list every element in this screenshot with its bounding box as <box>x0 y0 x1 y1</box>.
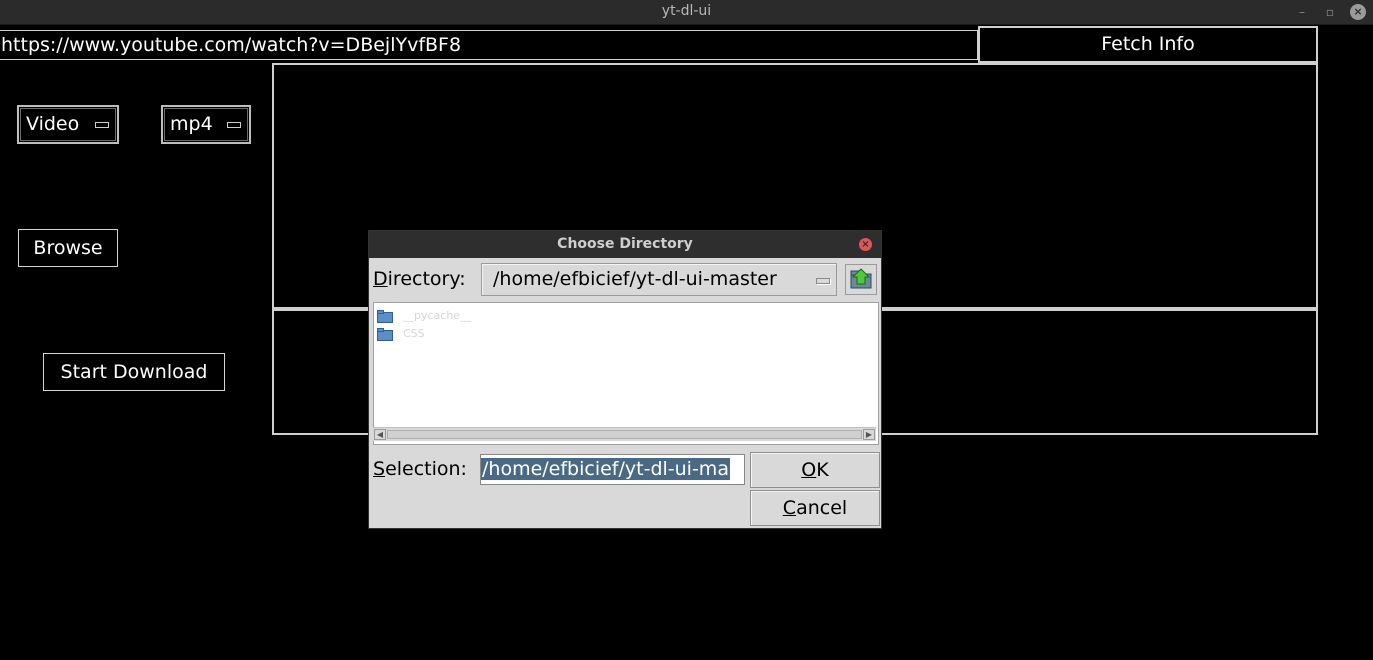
minimize-icon[interactable]: – <box>1294 4 1310 20</box>
choose-directory-dialog: Choose Directory × Directory: /home/efbi… <box>368 230 882 529</box>
type-select-value: Video <box>26 113 80 135</box>
cancel-label: ancel <box>796 497 848 519</box>
directory-select-value: /home/efbicief/yt-dl-ui-master <box>493 268 777 290</box>
close-icon[interactable]: × <box>859 238 872 251</box>
start-download-button[interactable]: Start Download <box>43 353 225 391</box>
folder-name: CSS <box>403 327 425 340</box>
list-item[interactable]: CSS <box>377 327 425 343</box>
url-input[interactable]: https://www.youtube.com/watch?v=DBejlYvf… <box>0 30 978 60</box>
directory-select[interactable]: /home/efbicief/yt-dl-ui-master <box>481 263 837 296</box>
browse-button[interactable]: Browse <box>18 229 118 267</box>
scroll-left-icon[interactable]: ◀ <box>374 429 386 440</box>
ok-mnemonic: O <box>801 459 817 481</box>
format-select-value: mp4 <box>170 113 213 135</box>
dropdown-indicator-icon <box>816 278 830 284</box>
list-item[interactable]: __pycache__ <box>377 309 471 325</box>
selection-input[interactable]: /home/efbicief/yt-dl-ui-ma <box>480 454 745 485</box>
dialog-title: Choose Directory <box>557 236 693 252</box>
selection-value: /home/efbicief/yt-dl-ui-ma <box>481 458 730 480</box>
restore-icon[interactable]: ▫ <box>1322 4 1338 20</box>
selection-mnemonic: S <box>373 458 386 480</box>
folder-icon <box>377 309 393 323</box>
ok-label: K <box>816 459 829 481</box>
ok-button[interactable]: OK <box>750 452 880 488</box>
dialog-titlebar: Choose Directory × <box>369 231 881 258</box>
format-select[interactable]: mp4 <box>161 105 251 144</box>
window-titlebar: yt-dl-ui – ▫ × <box>0 0 1373 25</box>
fetch-info-button[interactable]: Fetch Info <box>978 26 1318 63</box>
scroll-right-icon[interactable]: ▶ <box>863 429 875 440</box>
directory-mnemonic: D <box>373 268 388 290</box>
cancel-button[interactable]: Cancel <box>750 490 880 526</box>
scrollbar-thumb[interactable] <box>387 430 862 439</box>
dropdown-indicator-icon <box>95 122 109 128</box>
cancel-mnemonic: C <box>782 497 797 519</box>
type-select[interactable]: Video <box>17 105 119 144</box>
directory-label: Directory: <box>373 268 466 290</box>
window-close-icon[interactable]: × <box>1350 4 1366 20</box>
window-title: yt-dl-ui <box>661 3 712 19</box>
horizontal-scrollbar[interactable]: ◀ ▶ <box>373 427 876 441</box>
folder-list[interactable]: __pycache__ CSS <box>373 302 879 445</box>
folder-icon <box>377 327 393 341</box>
folder-up-button[interactable] <box>845 264 877 295</box>
folder-up-icon <box>850 268 872 289</box>
directory-label-text: irectory: <box>387 268 466 290</box>
folder-name: __pycache__ <box>403 309 472 322</box>
selection-label-text: election: <box>385 458 467 480</box>
dropdown-indicator-icon <box>227 122 241 128</box>
selection-label: Selection: <box>373 458 467 480</box>
